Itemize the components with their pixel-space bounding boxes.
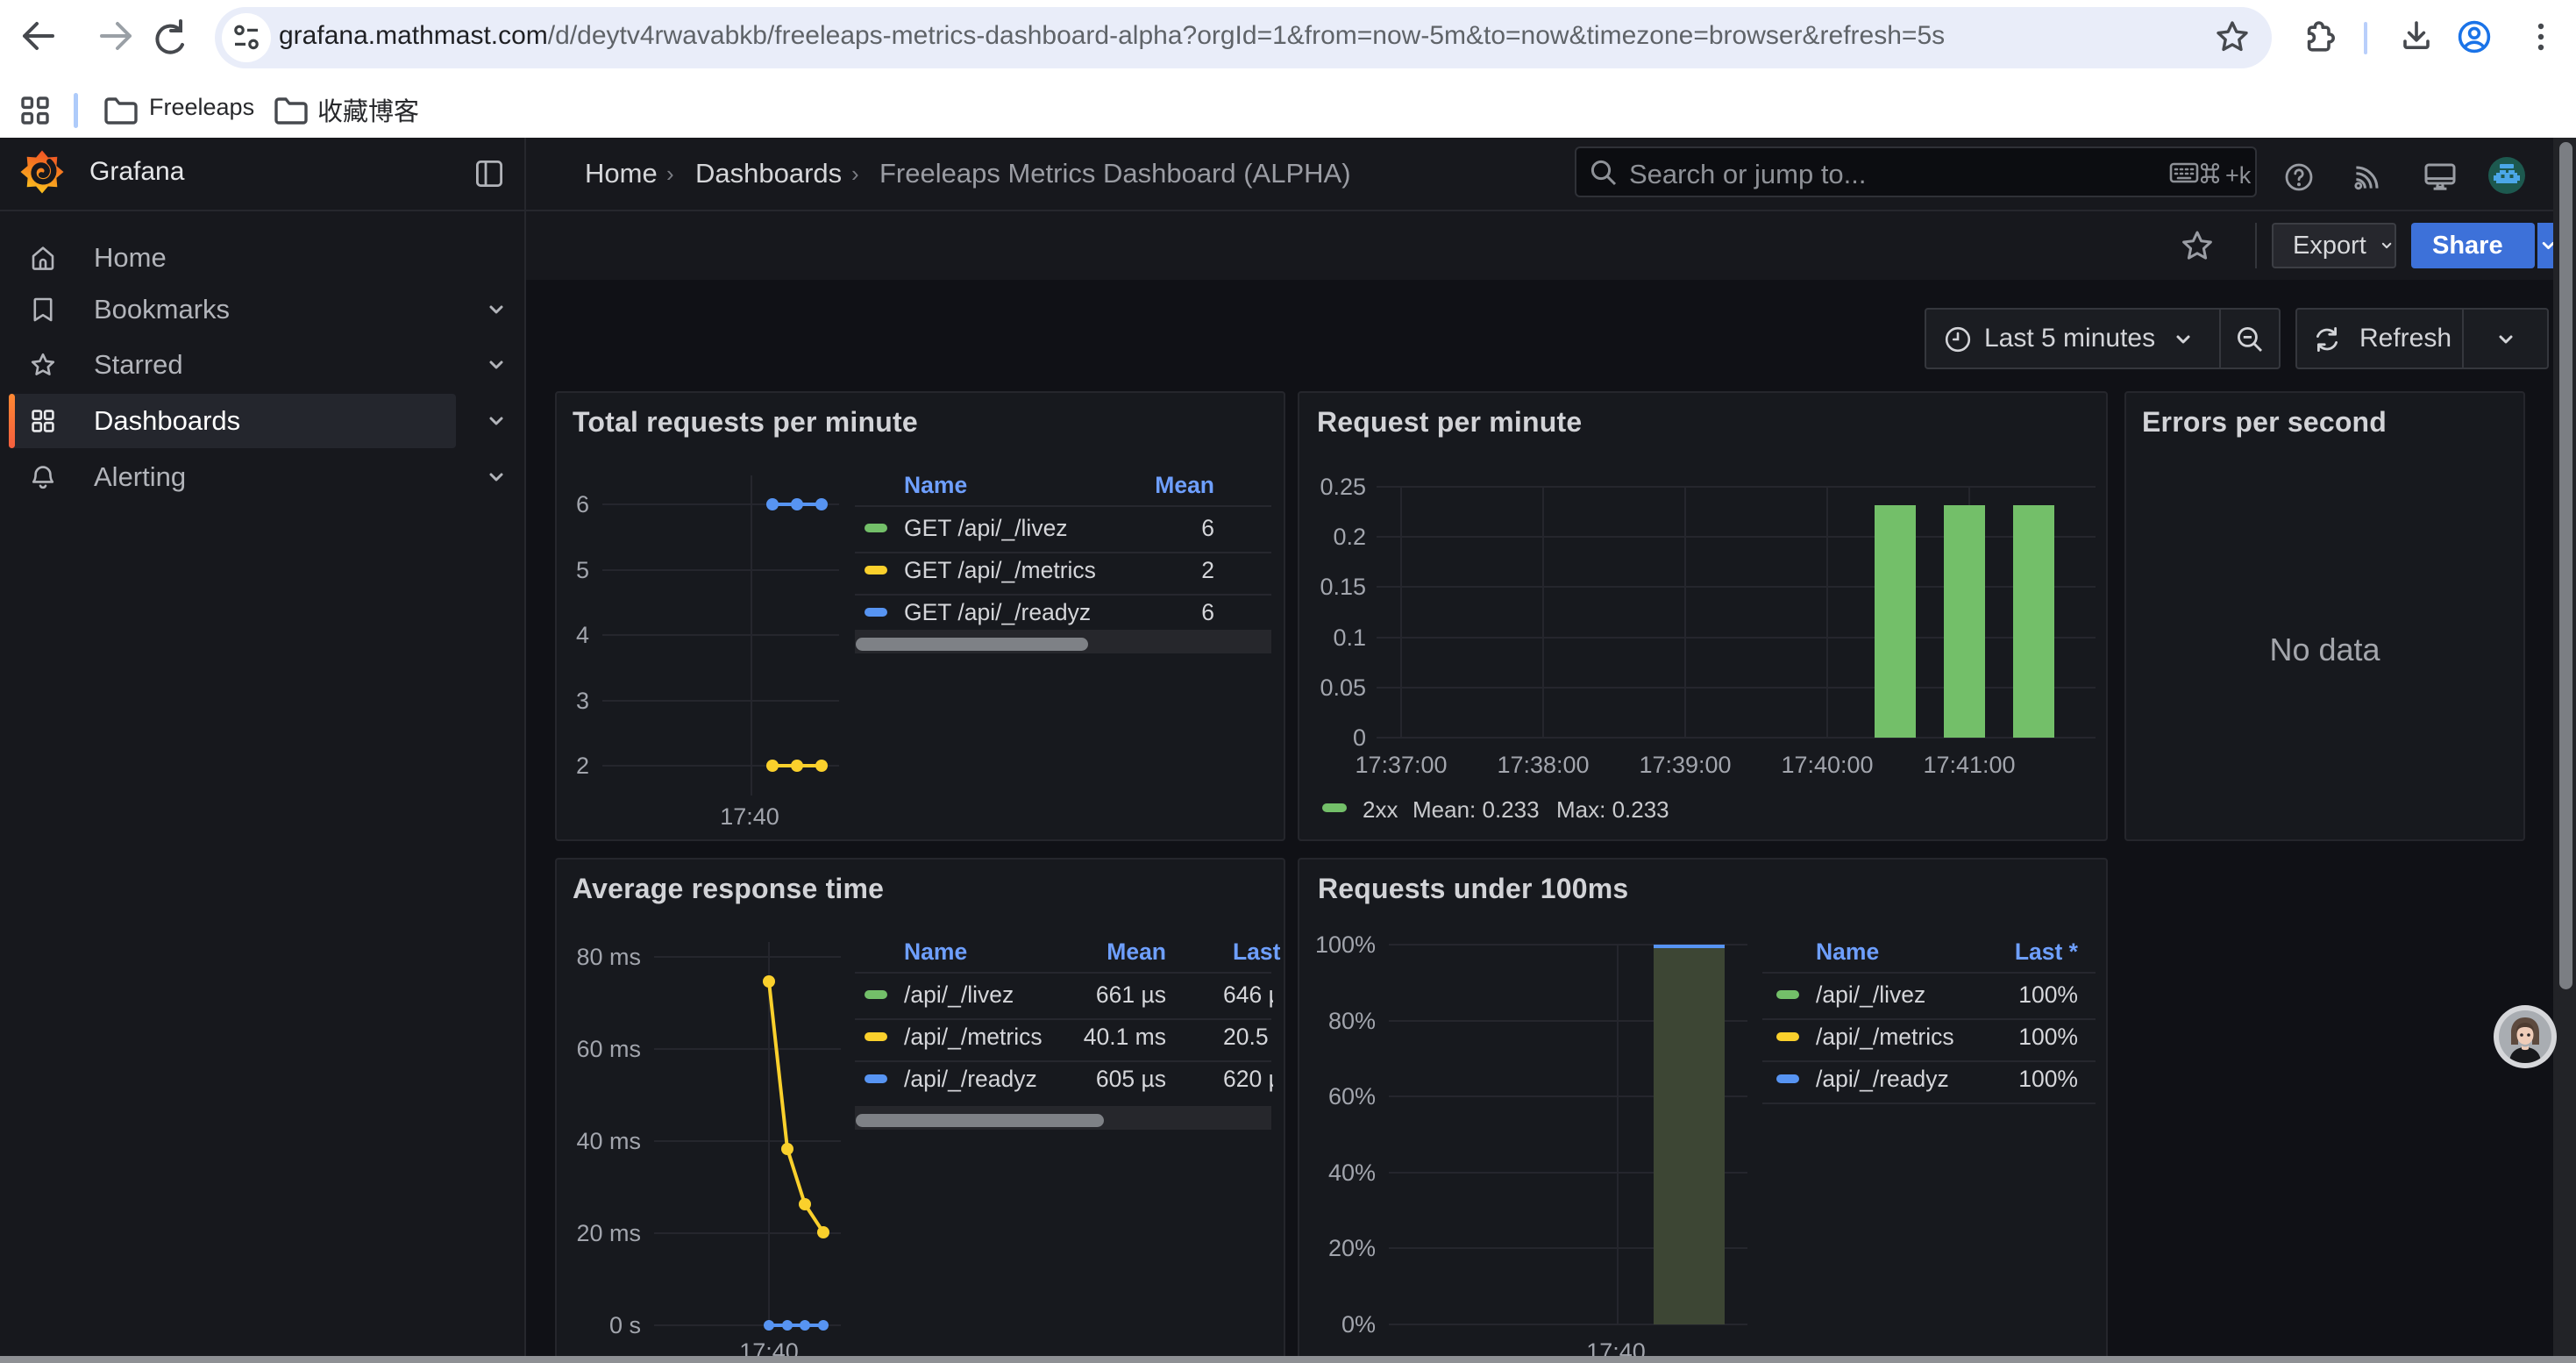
svg-text:0%: 0% [1341,1311,1376,1338]
svg-text:40 ms: 40 ms [576,1128,641,1154]
svg-text:2: 2 [576,753,589,779]
svg-text:0.15: 0.15 [1320,574,1366,600]
svg-text:20%: 20% [1328,1235,1376,1261]
svg-text:60%: 60% [1328,1083,1376,1110]
svg-text:0 s: 0 s [609,1312,641,1338]
svg-text:17:39:00: 17:39:00 [1639,752,1731,778]
svg-text:0.2: 0.2 [1333,524,1366,550]
svg-text:0.25: 0.25 [1320,474,1366,500]
svg-text:0.1: 0.1 [1333,624,1366,651]
svg-text:40%: 40% [1328,1160,1376,1186]
svg-text:17:40:00: 17:40:00 [1781,752,1873,778]
svg-text:17:41:00: 17:41:00 [1923,752,2015,778]
svg-text:60 ms: 60 ms [576,1036,641,1062]
svg-text:6: 6 [576,491,589,517]
svg-text:3: 3 [576,688,589,714]
svg-text:5: 5 [576,557,589,583]
svg-text:20 ms: 20 ms [576,1220,641,1246]
svg-text:0: 0 [1353,724,1366,751]
svg-text:80%: 80% [1328,1008,1376,1034]
svg-text:100%: 100% [1315,931,1376,958]
svg-text:80 ms: 80 ms [576,944,641,970]
svg-text:4: 4 [576,622,589,648]
svg-text:17:37:00: 17:37:00 [1355,752,1447,778]
svg-text:17:40: 17:40 [720,803,779,830]
svg-text:17:38:00: 17:38:00 [1497,752,1589,778]
svg-text:0.05: 0.05 [1320,674,1366,701]
